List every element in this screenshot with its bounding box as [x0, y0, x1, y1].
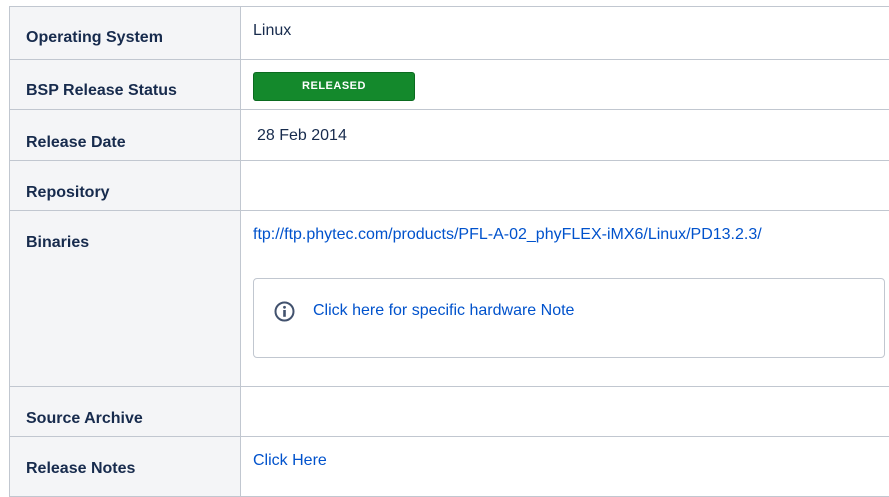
status-badge: RELEASED — [253, 72, 415, 101]
release-date-value: 28 Feb 2014 — [241, 110, 889, 145]
release-notes-link[interactable]: Click Here — [253, 452, 327, 469]
repository-label: Repository — [10, 161, 240, 202]
binaries-ftp-link[interactable]: ftp://ftp.phytec.com/products/PFL-A-02_p… — [253, 226, 762, 243]
operating-system-label: Operating System — [10, 7, 240, 47]
label-cell: Operating System — [10, 7, 241, 60]
label-cell: Release Notes — [10, 437, 241, 497]
source-archive-value — [241, 387, 253, 404]
value-cell — [241, 387, 889, 437]
row-operating-system: Operating System Linux — [10, 7, 889, 60]
repository-value — [241, 161, 253, 178]
value-cell — [241, 161, 889, 211]
binaries-label: Binaries — [10, 211, 240, 252]
info-icon — [274, 301, 295, 322]
row-release-date: Release Date 28 Feb 2014 — [10, 110, 889, 161]
row-source-archive: Source Archive — [10, 387, 889, 437]
operating-system-value: Linux — [241, 7, 889, 40]
label-cell: Repository — [10, 161, 241, 211]
release-notes-label: Release Notes — [10, 437, 240, 478]
value-cell: RELEASED — [241, 60, 889, 110]
value-cell: 28 Feb 2014 — [241, 110, 889, 161]
hardware-note-link[interactable]: Click here for specific hardware Note — [313, 302, 574, 320]
source-archive-label: Source Archive — [10, 387, 240, 428]
label-cell: Binaries — [10, 211, 241, 387]
row-repository: Repository — [10, 161, 889, 211]
row-release-notes: Release Notes Click Here — [10, 437, 889, 497]
value-cell: Linux — [241, 7, 889, 60]
label-cell: BSP Release Status — [10, 60, 241, 110]
hardware-note-panel: Click here for specific hardware Note — [253, 278, 885, 358]
value-cell: Click Here — [241, 437, 889, 497]
release-date-label: Release Date — [10, 110, 240, 152]
bsp-release-status-label: BSP Release Status — [10, 60, 240, 100]
label-cell: Source Archive — [10, 387, 241, 437]
row-bsp-release-status: BSP Release Status RELEASED — [10, 60, 889, 110]
bsp-info-table: Operating System Linux BSP Release Statu… — [9, 6, 889, 497]
label-cell: Release Date — [10, 110, 241, 161]
